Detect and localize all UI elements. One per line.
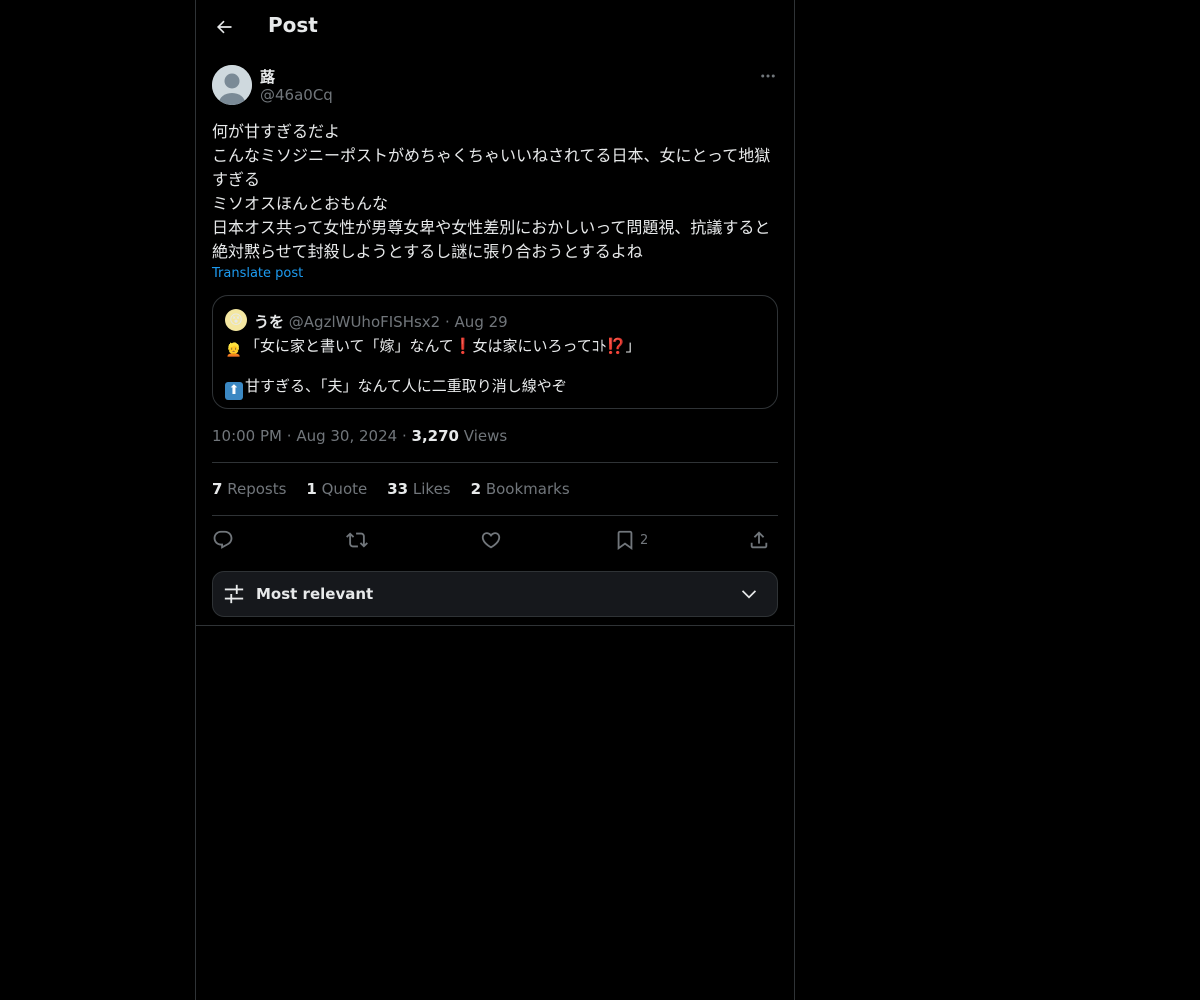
reply-icon — [213, 530, 233, 549]
reply-button[interactable] — [212, 524, 234, 556]
heart-icon — [481, 532, 501, 549]
divider — [212, 515, 778, 516]
separator-dot: · — [444, 313, 450, 331]
quoted-date: Aug 29 — [454, 313, 508, 331]
bookmark-button[interactable]: 2 — [614, 524, 648, 556]
post-column: Post 蕗 @46a0Cq 何が甘すぎるだよ こんなミソジニーポストがめちゃく… — [195, 0, 795, 1000]
quotes-stat[interactable]: 1 Quote — [306, 480, 367, 498]
post-text: 何が甘すぎるだよ こんなミソジニーポストがめちゃくちゃいいねされてる日本、女にと… — [212, 122, 771, 261]
share-icon — [750, 531, 768, 549]
repost-button[interactable] — [346, 524, 368, 556]
stat-count: 7 — [212, 480, 223, 498]
page-title: Post — [268, 13, 318, 37]
bookmarks-stat[interactable]: 2 Bookmarks — [471, 480, 570, 498]
quoted-post[interactable]: 😵 うを @AgzlWUhoFISHsx2 · Aug 29 👱 「女に家と書いて… — [212, 295, 778, 409]
quoted-text-line-2: ⬆ 甘すぎる、「夫」なんて人に二重取り消し線やぞ — [225, 376, 567, 400]
up-arrow-emoji-icon: ⬆ — [225, 382, 243, 400]
quoted-display-name: うを — [254, 313, 285, 331]
arrow-left-icon — [216, 20, 232, 34]
bookmark-icon — [617, 530, 633, 551]
quoted-handle: @AgzlWUhoFISHsx2 — [288, 313, 441, 331]
post-stats: 7 Reposts 1 Quote 33 Likes 2 Bookmarks — [212, 480, 570, 498]
author-handle[interactable]: @46a0Cq — [260, 86, 333, 104]
stat-count: 2 — [470, 480, 482, 498]
interrobang-emoji-icon: ⁉️ — [606, 337, 626, 355]
chevron-down-icon — [741, 590, 757, 599]
bookmark-count: 2 — [640, 532, 649, 548]
post-meta: 10:00 PM · Aug 30, 2024 · 3,270 Views — [212, 427, 507, 445]
reposts-stat[interactable]: 7 Reposts — [212, 480, 286, 498]
separator-dot: · — [401, 427, 407, 445]
avatar-emoji-icon: 😵 — [229, 312, 243, 328]
quoted-avatar: 😵 — [225, 309, 247, 331]
back-button[interactable] — [208, 11, 240, 43]
default-avatar-icon — [212, 65, 252, 105]
sort-label: Most relevant — [256, 585, 374, 603]
sliders-icon — [224, 584, 244, 604]
stat-count: 33 — [387, 480, 409, 498]
post-time[interactable]: 10:00 PM — [212, 427, 282, 445]
repost-icon — [346, 532, 368, 548]
views-label: Views — [463, 427, 508, 445]
divider — [212, 462, 778, 463]
views-count: 3,270 — [411, 427, 459, 445]
stat-label: Quote — [321, 480, 368, 498]
separator-dot: · — [286, 427, 292, 445]
exclamation-emoji-icon: ❗ — [453, 337, 473, 355]
quoted-text-segment: 甘すぎる、「夫」なんて人に二重取り消し線やぞ — [245, 377, 567, 395]
quoted-post-header: うを @AgzlWUhoFISHsx2 · Aug 29 — [254, 311, 508, 332]
share-button[interactable] — [748, 524, 770, 556]
stat-label: Likes — [412, 480, 451, 498]
translate-post-link[interactable]: Translate post — [212, 266, 303, 281]
stat-count: 1 — [306, 480, 317, 498]
more-options-button[interactable] — [758, 66, 778, 86]
quoted-text-segment: 「女に家と書いて「嫁」なんて — [245, 337, 454, 355]
like-button[interactable] — [480, 524, 502, 556]
post-author: 蕗 @46a0Cq — [212, 64, 778, 108]
more-horizontal-icon — [761, 74, 775, 78]
page-header: Post — [196, 0, 794, 54]
stat-label: Reposts — [227, 480, 287, 498]
post-actions: 2 — [212, 524, 778, 556]
avatar[interactable] — [212, 65, 252, 105]
quoted-text-segment: 」 — [625, 337, 641, 355]
author-display-name[interactable]: 蕗 — [260, 66, 275, 87]
quoted-text-line-1: 👱 「女に家と書いて「嫁」なんて❗女は家にいろってｺﾄ⁉️」 — [225, 336, 641, 360]
column-divider — [196, 625, 794, 626]
post-date[interactable]: Aug 30, 2024 — [296, 427, 397, 445]
person-emoji-icon: 👱 — [225, 343, 243, 358]
stat-label: Bookmarks — [485, 480, 570, 498]
likes-stat[interactable]: 33 Likes — [387, 480, 450, 498]
quoted-text-segment: 女は家にいろってｺﾄ — [472, 337, 607, 355]
replies-sort-dropdown[interactable]: Most relevant — [212, 571, 778, 617]
